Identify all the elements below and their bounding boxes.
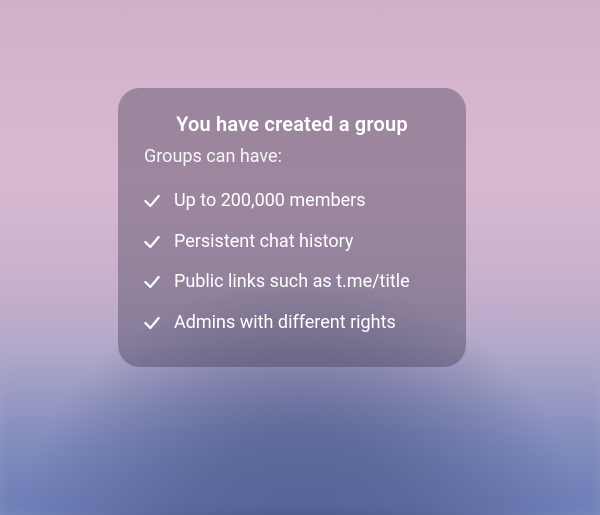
check-icon [142, 313, 162, 333]
feature-text: Admins with different rights [174, 312, 396, 335]
feature-item: Public links such as t.me/title [142, 262, 442, 303]
chat-background: You have created a group Groups can have… [0, 0, 600, 515]
group-created-service-message: You have created a group Groups can have… [118, 88, 466, 367]
check-icon [142, 232, 162, 252]
feature-list: Up to 200,000 members Persistent chat hi… [142, 181, 442, 343]
check-icon [142, 191, 162, 211]
card-subtitle: Groups can have: [144, 146, 442, 167]
feature-text: Persistent chat history [174, 231, 353, 254]
feature-text: Public links such as t.me/title [174, 271, 410, 294]
feature-item: Up to 200,000 members [142, 181, 442, 222]
feature-text: Up to 200,000 members [174, 190, 366, 213]
feature-item: Admins with different rights [142, 303, 442, 344]
check-icon [142, 272, 162, 292]
card-title: You have created a group [142, 112, 442, 136]
feature-item: Persistent chat history [142, 222, 442, 263]
